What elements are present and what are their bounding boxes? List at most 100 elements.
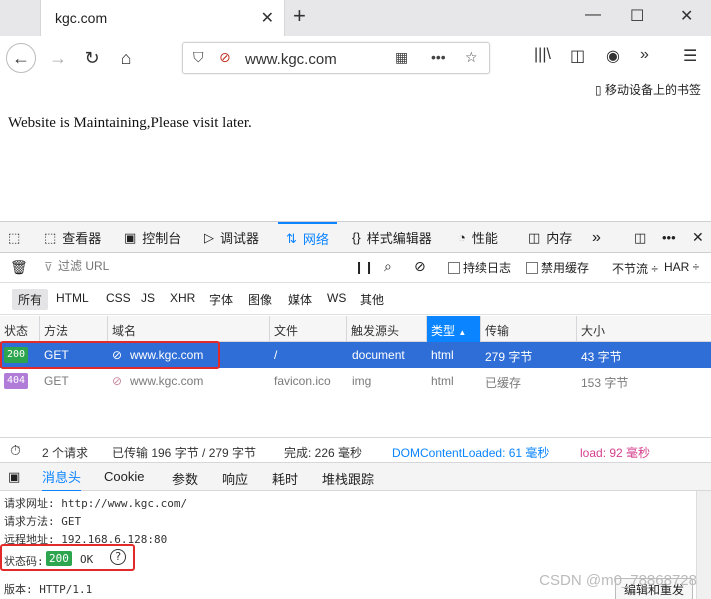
tab-style-editor[interactable]: {} 样式编辑器 (352, 222, 432, 253)
tab-label: 控制台 (142, 231, 182, 246)
tab-stack-trace[interactable]: 堆栈跟踪 (322, 469, 374, 488)
filter-fonts[interactable]: 字体 (209, 291, 233, 308)
filter-media[interactable]: 媒体 (288, 291, 312, 308)
tab-console[interactable]: ▣ 控制台 (124, 222, 181, 253)
home-button[interactable]: ⌂ (112, 44, 140, 72)
back-button[interactable]: ← (6, 43, 36, 73)
persist-logs-checkbox[interactable]: 持续日志 (448, 259, 511, 276)
menu-icon[interactable]: ☰ (683, 46, 697, 66)
col-type[interactable]: 类型 ▲ (427, 316, 481, 342)
network-summary-bar: ⏱ 2 个请求 已传输 196 字节 / 279 字节 完成: 226 毫秒 D… (0, 437, 711, 463)
network-filter-bar: 🗑 ⊽ ❙❙ ⌕ ⊘ 持续日志 禁用缓存 不节流 ÷ HAR ÷ (0, 253, 711, 283)
tab-performance[interactable]: ◔ 性能 (458, 222, 498, 253)
tab-close-icon[interactable]: ✕ (261, 8, 274, 28)
library-icon[interactable]: |||\ (534, 46, 551, 64)
throttle-select[interactable]: 不节流 ÷ (612, 260, 658, 277)
url-bar[interactable]: ⛉ ⊘ www.kgc.com ▦ ••• ☆ (182, 42, 490, 74)
new-tab-button[interactable]: + (293, 4, 306, 28)
filter-html[interactable]: HTML (56, 291, 89, 305)
forward-button[interactable]: → (44, 44, 72, 72)
stopwatch-icon[interactable]: ⏱ (10, 442, 21, 459)
detail-tabs: ▣ 消息头 Cookie 参数 响应 耗时 堆栈跟踪 (0, 463, 711, 492)
close-window-button[interactable]: ✕ (680, 6, 693, 26)
filter-js[interactable]: JS (141, 291, 155, 305)
url-text[interactable]: www.kgc.com (245, 51, 337, 68)
table-row[interactable]: 404 GET ⊘ www.kgc.com favicon.ico img ht… (0, 368, 711, 394)
tab-label: 查看器 (62, 231, 102, 246)
block-icon[interactable]: ⊘ (414, 258, 426, 275)
har-menu[interactable]: HAR ÷ (664, 260, 699, 274)
dock-icon[interactable]: ◫ (634, 222, 646, 253)
request-url: 请求网址: http://www.kgc.com/ (4, 497, 188, 510)
disable-cache-checkbox[interactable]: 禁用缓存 (526, 259, 589, 276)
more-tabs-icon[interactable]: » (592, 222, 601, 253)
filter-all[interactable]: 所有 (12, 289, 49, 310)
tab-memory[interactable]: ◫ 内存 (528, 222, 572, 253)
row-domain: www.kgc.com (130, 374, 204, 388)
tab-strip: kgc.com ✕ + — ☐ ✕ (0, 0, 711, 36)
tab-timings[interactable]: 耗时 (272, 469, 298, 488)
scrollbar[interactable] (696, 491, 711, 599)
mobile-bookmarks[interactable]: ▯ 移动设备上的书签 (595, 81, 701, 98)
col-domain[interactable]: 域名 (108, 316, 270, 342)
devtools-toolbar: ⬚ ⬚ 查看器 ▣ 控制台 ▷ 调试器 ⇅ 网络 {} 样式编辑器 ◔ 性能 ◫ 内存 » ◫… (0, 221, 711, 253)
maximize-button[interactable]: ☐ (630, 6, 644, 26)
filter-xhr[interactable]: XHR (170, 291, 195, 305)
close-devtools-icon[interactable]: ✕ (692, 222, 704, 253)
filter-css[interactable]: CSS (106, 291, 131, 305)
shield-icon[interactable]: ⛉ (193, 49, 204, 66)
home-icon: ⌂ (120, 47, 132, 68)
phone-icon: ▯ (595, 83, 602, 97)
summary-transferred: 已传输 196 字节 / 279 字节 (112, 446, 257, 460)
col-status[interactable]: 状态 (0, 316, 40, 342)
tab-params[interactable]: 参数 (172, 469, 198, 488)
summary-domcontentloaded: DOMContentLoaded: 61 毫秒 (392, 446, 550, 460)
sidebar-icon[interactable]: ◫ (570, 46, 585, 66)
tab-network[interactable]: ⇅ 网络 (278, 222, 337, 253)
reload-button[interactable]: ↻ (78, 44, 106, 72)
tab-label: 样式编辑器 (366, 231, 432, 246)
summary-requests: 2 个请求 (42, 446, 89, 460)
checkbox-box[interactable] (448, 261, 460, 274)
debugger-icon: ▷ (204, 229, 214, 245)
detail-panel-toggle-icon[interactable]: ▣ (8, 469, 20, 485)
tab-headers[interactable]: 消息头 (42, 467, 82, 492)
mobile-bookmarks-label: 移动设备上的书签 (604, 83, 701, 97)
tab-debugger[interactable]: ▷ 调试器 (204, 222, 259, 253)
row-method: GET (44, 374, 69, 388)
memory-icon: ◫ (528, 229, 541, 245)
tab-inspector[interactable]: ⬚ 查看器 (44, 222, 101, 253)
filter-ws[interactable]: WS (327, 291, 346, 305)
col-method[interactable]: 方法 (40, 316, 108, 342)
col-transfer[interactable]: 传输 (481, 316, 577, 342)
row-transfer: 279 字节 (485, 350, 533, 364)
type-filter-bar: 所有 HTML CSS JS XHR 字体 图像 媒体 WS 其他 (0, 283, 711, 315)
qr-code-icon[interactable]: ▦ (395, 49, 408, 66)
minimize-button[interactable]: — (585, 6, 601, 24)
http-version: 版本: HTTP/1.1 (4, 583, 93, 596)
row-type: html (431, 348, 454, 362)
element-picker-icon[interactable]: ⬚ (8, 222, 20, 253)
search-icon[interactable]: ⌕ (384, 258, 392, 275)
nav-bar: ← → ↻ ⌂ ⛉ ⊘ www.kgc.com ▦ ••• ☆ |||\ ◫ ◉… (0, 36, 711, 80)
tab-response[interactable]: 响应 (222, 469, 248, 488)
highlight-box (0, 544, 135, 571)
tab-cookie[interactable]: Cookie (104, 469, 144, 484)
page-actions-icon[interactable]: ••• (431, 49, 446, 65)
devtools-menu-icon[interactable]: ••• (662, 222, 676, 253)
col-file[interactable]: 文件 (270, 316, 347, 342)
col-size[interactable]: 大小 (577, 316, 711, 342)
browser-tab[interactable]: kgc.com ✕ (40, 0, 285, 36)
pause-icon[interactable]: ❙❙ (354, 260, 374, 274)
tab-label: 网络 (302, 232, 329, 247)
filter-other[interactable]: 其他 (360, 291, 384, 308)
account-icon[interactable]: ◉ (606, 46, 620, 66)
filter-url-input[interactable] (58, 259, 338, 273)
trash-icon[interactable]: 🗑 (10, 259, 28, 276)
insecure-lock-icon[interactable]: ⊘ (219, 49, 231, 66)
checkbox-box[interactable] (526, 261, 538, 274)
filter-images[interactable]: 图像 (248, 291, 272, 308)
col-cause[interactable]: 触发源头 (347, 316, 427, 342)
bookmark-star-icon[interactable]: ☆ (465, 49, 478, 66)
overflow-icon[interactable]: » (640, 46, 649, 64)
